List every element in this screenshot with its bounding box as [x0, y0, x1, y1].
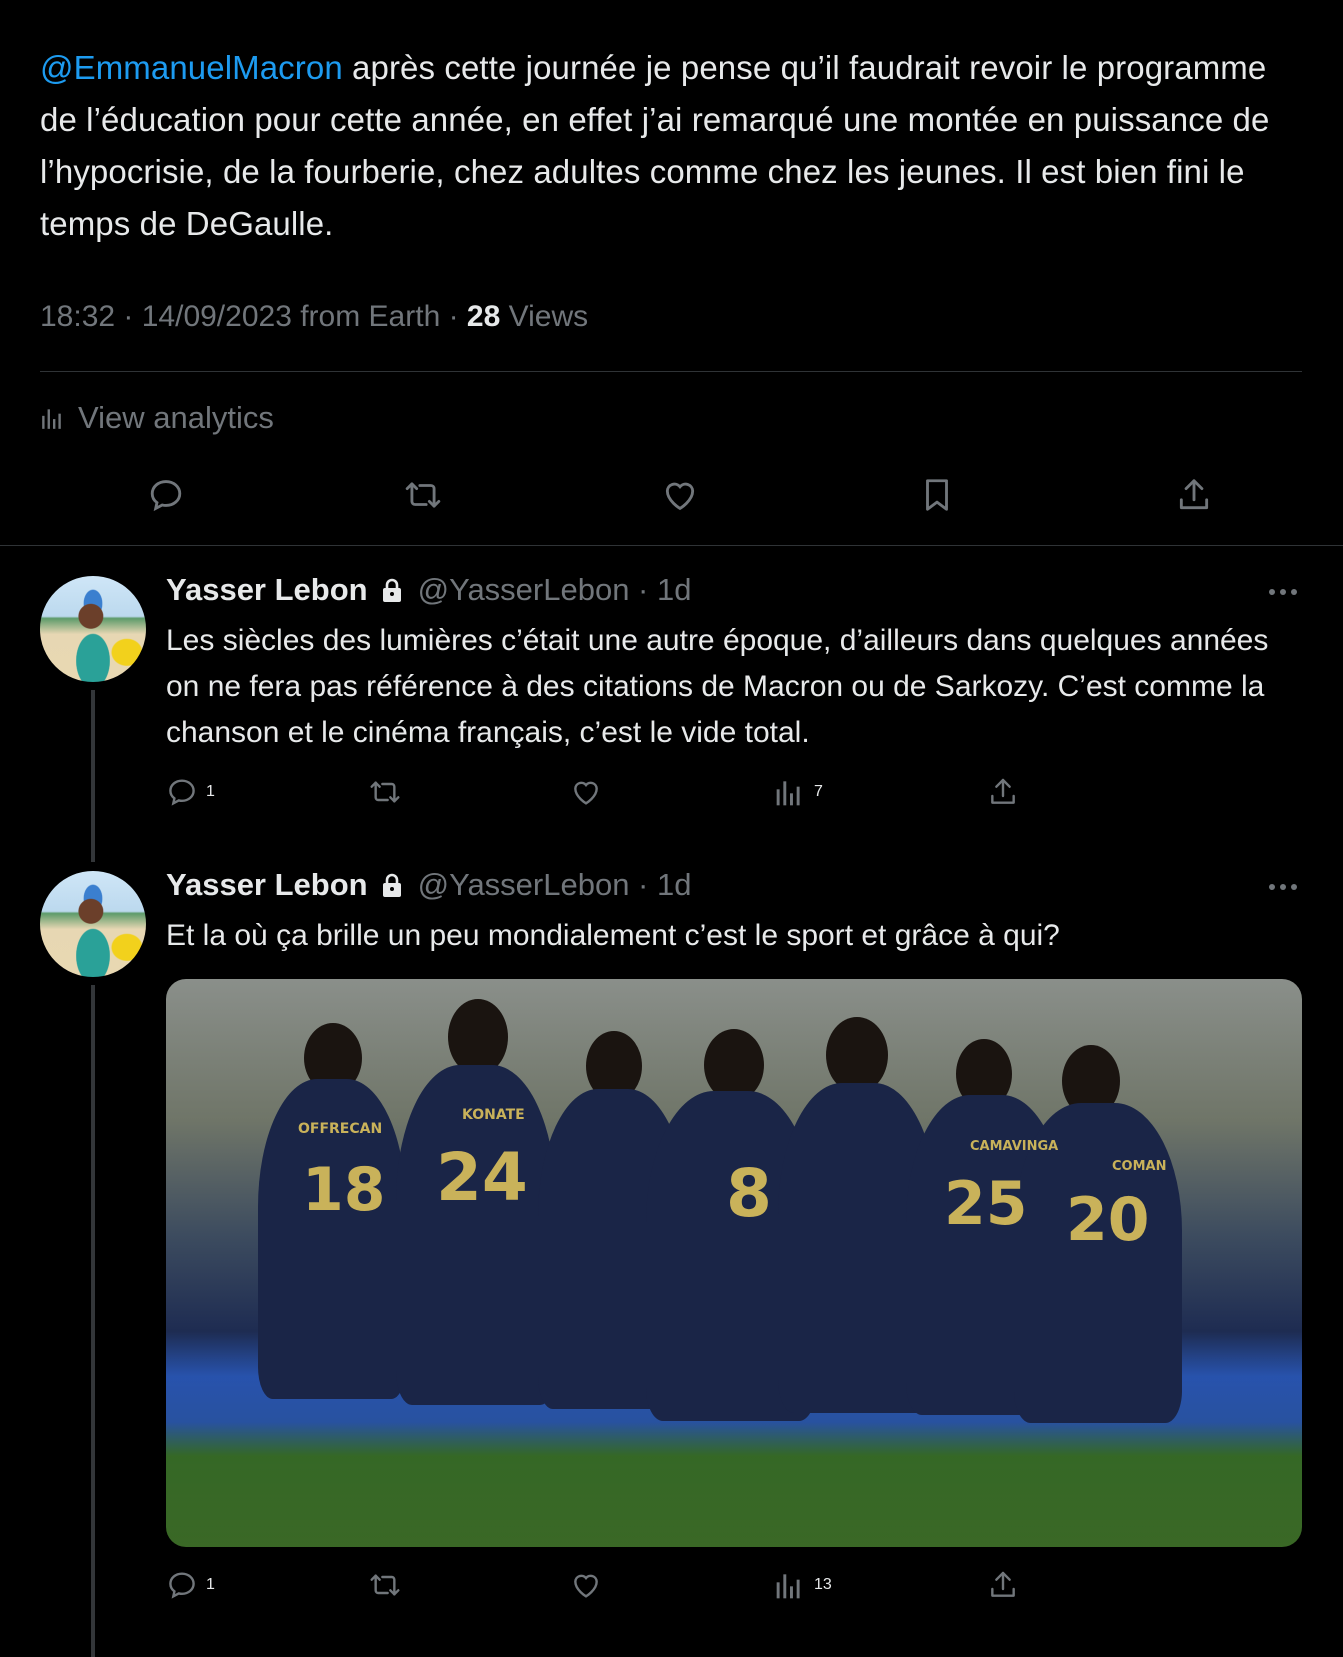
- reply-text: Et la où ça brille un peu mondialement c…: [166, 919, 1060, 952]
- tweet-actions: [145, 474, 1215, 516]
- like-button[interactable]: [570, 776, 602, 808]
- like-button[interactable]: [570, 1569, 602, 1601]
- jersey-name: CAMAVINGA: [970, 1139, 1059, 1154]
- reply-count: 1: [206, 783, 215, 800]
- divider: [40, 371, 1302, 372]
- share-button[interactable]: [1173, 474, 1215, 516]
- reply-button[interactable]: [145, 474, 187, 516]
- analytics-icon: [776, 1574, 800, 1599]
- reply-icon: [169, 779, 195, 806]
- view-analytics-link[interactable]: View analytics: [40, 400, 274, 436]
- thread-line: [91, 985, 95, 1657]
- tweet-timestamp: 18:32 · 14/09/2023 from Earth ·: [40, 300, 467, 333]
- thread-line: [91, 690, 95, 862]
- heart-icon: [574, 781, 598, 805]
- views-count: 7: [814, 783, 823, 800]
- reply-count: 1: [206, 1576, 215, 1593]
- analytics-icon: [42, 409, 61, 429]
- bookmark-icon: [926, 479, 948, 511]
- view-analytics-label: View analytics: [78, 400, 274, 435]
- retweet-icon: [405, 482, 441, 508]
- reply-icon: [169, 1572, 195, 1599]
- mention-link[interactable]: @EmmanuelMacron: [40, 49, 343, 86]
- retweet-icon: [370, 1574, 400, 1596]
- heart-icon: [665, 482, 695, 511]
- reply-header: Yasser Lebon @YasserLebon · 1d: [166, 572, 691, 608]
- jersey-name: OFFRECAN: [298, 1121, 383, 1137]
- share-button[interactable]: [987, 776, 1019, 808]
- tweet-meta: 18:32 · 14/09/2023 from Earth · 28 Views: [40, 300, 588, 334]
- tweet-text: @EmmanuelMacron après cette journée je p…: [40, 42, 1300, 250]
- views-count: 13: [814, 1576, 832, 1593]
- views-button[interactable]: 13: [774, 1569, 832, 1601]
- more-options-icon[interactable]: [1269, 587, 1303, 597]
- reply-text: Les siècles des lumières c’était une aut…: [166, 624, 1269, 749]
- jersey-number: 24: [436, 1139, 528, 1216]
- views-label: Views: [500, 300, 589, 333]
- jersey-number: 25: [944, 1169, 1028, 1239]
- attached-photo[interactable]: 18 24 8 25 20 OFFRECAN KONATE CAMAVINGA …: [166, 979, 1302, 1547]
- views-button[interactable]: 7: [774, 776, 823, 808]
- jersey-name: KONATE: [462, 1107, 525, 1123]
- share-icon: [991, 1571, 1015, 1597]
- views-count: 28: [466, 300, 501, 333]
- reply-header: Yasser Lebon @YasserLebon · 1d: [166, 867, 691, 903]
- share-button[interactable]: [987, 1569, 1019, 1601]
- share-icon: [1179, 479, 1209, 510]
- bookmark-button[interactable]: [916, 474, 958, 516]
- lock-icon: [382, 873, 401, 897]
- retweet-icon: [370, 781, 400, 803]
- retweet-button[interactable]: [369, 776, 401, 808]
- lock-icon: [382, 578, 401, 602]
- handle-and-time[interactable]: @YasserLebon · 1d: [418, 867, 692, 903]
- more-options-icon[interactable]: [1269, 882, 1303, 892]
- avatar[interactable]: [40, 576, 146, 682]
- share-icon: [991, 778, 1015, 804]
- jersey-number: 18: [302, 1155, 386, 1225]
- jersey-number: 20: [1066, 1185, 1150, 1255]
- handle-and-time[interactable]: @YasserLebon · 1d: [418, 572, 692, 608]
- divider: [0, 545, 1343, 546]
- avatar[interactable]: [40, 871, 146, 977]
- heart-icon: [574, 1574, 598, 1598]
- main-tweet: @EmmanuelMacron après cette journée je p…: [40, 42, 1300, 250]
- like-button[interactable]: [659, 474, 701, 516]
- jersey-number: 8: [726, 1155, 772, 1232]
- reply-button[interactable]: 1: [166, 776, 215, 808]
- display-name[interactable]: Yasser Lebon: [166, 572, 368, 608]
- display-name[interactable]: Yasser Lebon: [166, 867, 368, 903]
- retweet-button[interactable]: [369, 1569, 401, 1601]
- analytics-icon: [776, 781, 800, 806]
- reply-button[interactable]: 1: [166, 1569, 215, 1601]
- retweet-button[interactable]: [402, 474, 444, 516]
- jersey-name: COMAN: [1112, 1159, 1167, 1174]
- reply-icon: [150, 480, 182, 512]
